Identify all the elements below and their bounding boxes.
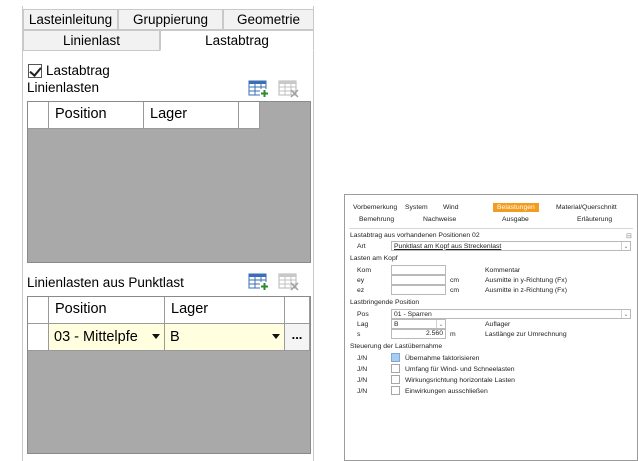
tab-lasteinleitung[interactable]: Lasteinleitung <box>23 9 118 30</box>
jn-label: J/N <box>357 355 368 362</box>
column-header-lager[interactable]: Lager <box>144 102 239 129</box>
tab-geometrie[interactable]: Geometrie <box>223 9 314 30</box>
lager-combobox[interactable]: B <box>165 324 285 351</box>
jn-label: J/N <box>357 388 368 395</box>
table-add-icon[interactable] <box>247 78 271 100</box>
chevron-down-icon[interactable] <box>268 324 284 350</box>
tab-erlauterung[interactable]: Erläuterung <box>577 216 612 223</box>
tab-linienlast[interactable]: Linienlast <box>23 30 160 51</box>
lastabtrag-checkbox[interactable] <box>28 63 42 78</box>
row-header-corner <box>28 297 49 324</box>
chevron-down-icon[interactable]: ⌄ <box>621 242 630 250</box>
ez-unit: cm <box>450 287 460 294</box>
kom-desc: Kommentar <box>485 267 521 274</box>
ey-desc: Ausmitte in y-Richtung (Fx) <box>485 277 567 284</box>
ey-input[interactable] <box>391 275 446 285</box>
position-value: 03 - Mittelpfe <box>54 329 138 345</box>
jn-label: J/N <box>357 366 368 373</box>
ez-desc: Ausmitte in z-Richtung (Fx) <box>485 287 567 294</box>
lag-desc: Auflager <box>485 321 511 328</box>
lastbringende-position-title: Lastbringende Position <box>350 299 420 306</box>
row-header[interactable] <box>28 324 49 351</box>
table-row[interactable]: 03 - Mittelpfe B ... <box>28 324 310 351</box>
left-panel: Lasteinleitung Gruppierung Geometrie Lin… <box>22 6 314 461</box>
position-combobox[interactable]: 03 - Mittelpfe <box>49 324 165 351</box>
wirkungsrichtung-label: Wirkungsrichtung horizontale Lasten <box>405 377 515 384</box>
jn-label: J/N <box>357 377 368 384</box>
wirkungsrichtung-checkbox[interactable] <box>391 375 400 384</box>
more-button[interactable]: ... <box>285 324 310 351</box>
right-panel: Vorbemerkung System Wind Belastungen Mat… <box>344 194 638 461</box>
chevron-down-icon[interactable] <box>148 324 164 350</box>
ey-unit: cm <box>450 277 460 284</box>
lager-value: B <box>170 329 180 345</box>
uebernahme-faktorisieren-checkbox[interactable] <box>391 353 400 362</box>
kom-label: Kom <box>357 267 371 274</box>
table-add-icon[interactable] <box>247 271 271 293</box>
art-value: Punktlast am Kopf aus Streckenlast <box>394 242 502 250</box>
s-input[interactable]: 2.560 <box>391 329 446 339</box>
row-header-corner <box>28 102 49 129</box>
einwirkungen-ausschliessen-checkbox[interactable] <box>391 386 400 395</box>
column-header-extra <box>239 102 260 129</box>
umfang-wind-schnee-checkbox[interactable] <box>391 364 400 373</box>
tab-lastabtrag[interactable]: Lastabtrag <box>160 30 314 51</box>
column-header-lager[interactable]: Lager <box>165 297 285 324</box>
tab-belastungen[interactable]: Belastungen <box>493 203 539 212</box>
table-header: Position Lager <box>28 297 310 324</box>
lag-label: Lag <box>357 321 369 328</box>
collapse-icon[interactable]: ⊟ <box>626 232 632 240</box>
ey-label: ey <box>357 277 365 284</box>
linienlasten-table[interactable]: Position Lager <box>27 101 311 263</box>
linienlasten-punktlast-title: Linienlasten aus Punktlast <box>27 275 184 290</box>
pos-label: Pos <box>357 311 369 318</box>
ez-label: ez <box>357 287 365 294</box>
tab-system[interactable]: System <box>405 204 428 211</box>
tab-material-querschnitt[interactable]: Material/Querschnitt <box>556 204 617 211</box>
lastabtrag-checkbox-label: Lastabtrag <box>46 63 110 78</box>
art-select[interactable]: Punktlast am Kopf aus Streckenlast ⌄ <box>391 241 631 251</box>
lag-value: B <box>394 320 399 328</box>
column-header-position[interactable]: Position <box>49 297 165 324</box>
art-label: Art <box>357 243 366 250</box>
lasten-am-kopf-title: Lasten am Kopf <box>350 255 398 262</box>
s-unit: m <box>450 331 456 338</box>
table-header: Position Lager <box>28 102 260 129</box>
tab-row-primary: Lasteinleitung Gruppierung Geometrie <box>23 9 314 30</box>
tab-nachweise[interactable]: Nachweise <box>423 216 456 223</box>
linienlasten-title: Linienlasten <box>27 80 100 95</box>
s-desc: Lastlänge zur Umrechnung <box>485 331 567 338</box>
steuerung-title: Steuerung der Lastübernahme <box>350 343 443 350</box>
tab-gruppierung[interactable]: Gruppierung <box>118 9 223 30</box>
s-label: s <box>357 331 361 338</box>
divider <box>349 228 633 229</box>
tab-ausgabe[interactable]: Ausgabe <box>502 216 529 223</box>
tab-vorbemerkung[interactable]: Vorbemerkung <box>353 204 397 211</box>
chevron-down-icon[interactable]: ⌄ <box>621 310 630 318</box>
pos-select[interactable]: 01 - Sparren ⌄ <box>391 309 631 319</box>
tab-bemehrung[interactable]: Bemehrung <box>359 216 394 223</box>
pos-value: 01 - Sparren <box>394 310 432 318</box>
tab-wind[interactable]: Wind <box>443 204 459 211</box>
einwirkungen-ausschliessen-label: Einwirkungen ausschließen <box>405 388 488 395</box>
tab-row-secondary: Linienlast Lastabtrag <box>23 30 314 51</box>
column-header-position[interactable]: Position <box>49 102 144 129</box>
kom-input[interactable] <box>391 265 446 275</box>
lastabtrag-checkbox-row[interactable]: Lastabtrag <box>28 63 110 78</box>
linienlasten-punktlast-table[interactable]: Position Lager 03 - Mittelpfe B ... <box>27 296 311 454</box>
ez-input[interactable] <box>391 285 446 295</box>
umfang-wind-schnee-label: Umfang für Wind- und Schneelasten <box>405 366 515 373</box>
table-delete-icon[interactable] <box>277 78 301 100</box>
lag-select[interactable]: B ⌄ <box>391 319 446 329</box>
column-header-extra <box>285 297 310 324</box>
uebernahme-faktorisieren-label: Übernahme faktorisieren <box>405 355 480 362</box>
section-heading: Lastabtrag aus vorhandenen Positionen 02 <box>350 232 480 239</box>
table-delete-icon[interactable] <box>277 271 301 293</box>
chevron-down-icon[interactable]: ⌄ <box>436 320 445 328</box>
